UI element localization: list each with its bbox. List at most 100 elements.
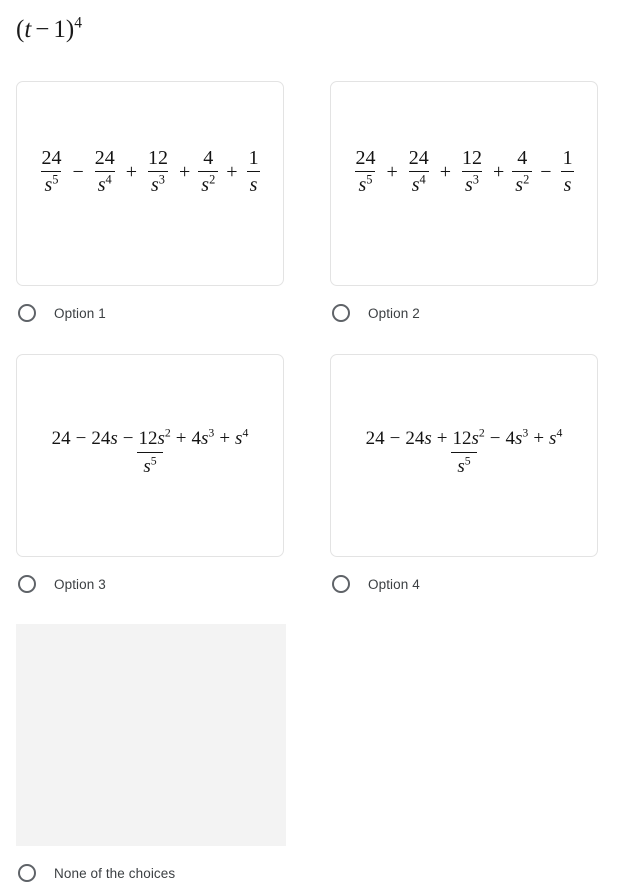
option-card-2[interactable]: 24 s5 +24 s4 +12 s3 +4 s2−1 s — [330, 81, 598, 286]
radio-button-option-none[interactable] — [18, 864, 36, 882]
polynomial-term: 4s3 — [505, 426, 529, 449]
exponent: 5 — [150, 454, 157, 468]
row-spacer-1 — [0, 328, 617, 354]
fraction-denominator: s2 — [198, 170, 219, 196]
exponent: 5 — [366, 171, 373, 186]
term-coefficient: 12 — [138, 427, 158, 449]
row-spacer-2 — [0, 599, 617, 624]
fraction: 24 s5 — [352, 146, 378, 196]
math-operator: − — [540, 160, 552, 183]
fraction: 1s — [560, 146, 576, 196]
prompt-exponent: 4 — [74, 14, 82, 32]
fraction: 4 s2 — [512, 146, 533, 196]
exponent: 5 — [464, 454, 471, 468]
option-row-1: 24 s5−24 s4 +12 s3 +4 s2 +1 s Option 1 24 s5 +24 s4… — [0, 81, 617, 328]
polynomial-term: s4 — [549, 426, 563, 449]
fraction-denominator: s5 — [451, 451, 477, 477]
fraction-denominator: s3 — [148, 170, 168, 196]
term-coefficient: 24 — [51, 427, 71, 449]
term-coefficient: 24 — [365, 427, 385, 449]
prompt-close-paren: ) — [65, 16, 75, 43]
fraction: 24 s4 — [92, 146, 118, 196]
term-exponent: 3 — [522, 426, 529, 440]
term-exponent: 3 — [208, 426, 215, 440]
term-coefficient: 24 — [405, 427, 425, 449]
fraction-denominator: s5 — [137, 451, 163, 477]
prompt-constant: 1 — [53, 16, 66, 43]
math-operator: + — [179, 160, 191, 183]
math-operator: + — [533, 427, 545, 449]
math-operator: + — [493, 160, 505, 183]
term-variable: s — [235, 427, 243, 449]
option-label-none: None of the choices — [54, 865, 176, 881]
term-variable: s — [549, 427, 557, 449]
option-choice-1[interactable]: Option 1 — [16, 298, 286, 328]
polynomial-term: 24 — [52, 428, 71, 449]
option-cell-4: 24−24s +12s2−4s3 + s4 s5 Option 4 — [330, 354, 600, 599]
fraction-numerator: 24 — [355, 146, 376, 169]
fraction-denominator: s4 — [94, 170, 115, 196]
term-variable: s — [110, 427, 118, 449]
exponent: 2 — [523, 171, 530, 186]
option-card-3[interactable]: 24−24s −12s2 +4s3 + s4 s5 — [16, 354, 284, 557]
option-cell-2: 24 s5 +24 s4 +12 s3 +4 s2−1 s Option 2 — [330, 81, 600, 328]
option-choice-none[interactable]: None of the choices — [16, 858, 286, 888]
term-variable: s — [201, 427, 209, 449]
fraction-numerator: 24−24s −12s2 +4s3 + s4 — [46, 426, 255, 452]
fraction: 24 s4 — [406, 147, 432, 196]
fraction: 24−24s −12s2 +4s3 + s4 s5 — [46, 426, 255, 477]
term-variable: s — [424, 427, 432, 449]
math-operator: + — [226, 160, 238, 183]
option-expression-3: 24−24s −12s2 +4s3 + s4 s5 — [45, 426, 256, 477]
math-operator: + — [219, 427, 231, 449]
radio-button-option-1[interactable] — [18, 304, 36, 322]
term-coefficient: 4 — [505, 427, 516, 449]
option-card-4[interactable]: 24−24s +12s2−4s3 + s4 s5 — [330, 354, 598, 557]
option-card-none[interactable] — [16, 624, 286, 846]
exponent: 3 — [158, 171, 165, 186]
option-label-2: Option 2 — [368, 305, 420, 321]
math-operator: + — [386, 160, 398, 183]
fraction-numerator: 4 — [203, 146, 214, 169]
math-operator: − — [75, 427, 87, 449]
option-card-1[interactable]: 24 s5−24 s4 +12 s3 +4 s2 +1 s — [16, 81, 284, 286]
fraction-denominator: s2 — [512, 170, 533, 196]
option-row-3: None of the choices — [0, 624, 617, 888]
fraction-numerator: 24 — [41, 146, 62, 169]
option-label-3: Option 3 — [54, 576, 106, 592]
question-prompt: (t −1)4 — [16, 14, 82, 43]
radio-button-option-2[interactable] — [332, 304, 350, 322]
fraction-denominator: s — [560, 170, 575, 196]
option-choice-3[interactable]: Option 3 — [16, 569, 286, 599]
option-choice-4[interactable]: Option 4 — [330, 569, 600, 599]
option-expression-4: 24−24s +12s2−4s3 + s4 s5 — [359, 426, 570, 477]
fraction-numerator: 24−24s +12s2−4s3 + s4 — [360, 426, 569, 452]
math-operator: − — [489, 427, 501, 449]
radio-button-option-3[interactable] — [18, 575, 36, 593]
fraction: 12 s3 — [459, 147, 485, 196]
prompt-minus-operator: − — [35, 16, 50, 43]
polynomial-term: 12s2 — [453, 427, 485, 449]
fraction-numerator: 24 — [94, 146, 115, 169]
term-exponent: 4 — [242, 426, 249, 440]
polynomial-term: 24 — [366, 428, 385, 449]
term-coefficient: 24 — [91, 427, 111, 449]
term-variable: s — [515, 427, 523, 449]
math-operator: + — [439, 160, 451, 183]
option-row-2: 24−24s −12s2 +4s3 + s4 s5 Option 3 24−24s +12s… — [0, 354, 617, 599]
fraction-numerator: 1 — [562, 146, 573, 169]
fraction-denominator: s5 — [355, 170, 376, 196]
math-operator: + — [175, 427, 187, 449]
fraction: 1s — [246, 147, 262, 196]
term-exponent: 4 — [556, 426, 563, 440]
options-grid: 24 s5−24 s4 +12 s3 +4 s2 +1 s Option 1 24 s5 +24 s4… — [0, 81, 617, 888]
option-expression-2: 24 s5 +24 s4 +12 s3 +4 s2−1 s — [351, 146, 576, 196]
option-cell-none: None of the choices — [16, 624, 286, 888]
option-cell-3: 24−24s −12s2 +4s3 + s4 s5 Option 3 — [16, 354, 286, 599]
option-expression-1: 24 s5−24 s4 +12 s3 +4 s2 +1 s — [37, 146, 262, 196]
radio-button-option-4[interactable] — [332, 575, 350, 593]
option-choice-2[interactable]: Option 2 — [330, 298, 600, 328]
fraction-numerator: 4 — [517, 146, 528, 169]
option-label-4: Option 4 — [368, 576, 420, 592]
fraction: 12 s3 — [145, 147, 171, 196]
